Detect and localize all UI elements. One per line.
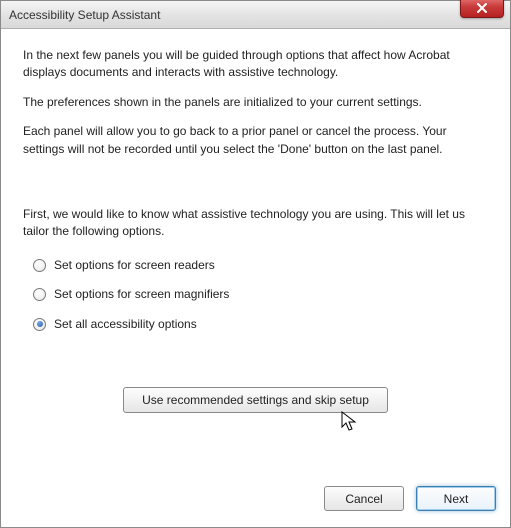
recommend-row: Use recommended settings and skip setup [23, 387, 488, 413]
window-title: Accessibility Setup Assistant [9, 8, 504, 22]
titlebar: Accessibility Setup Assistant [1, 1, 510, 29]
prompt-text: First, we would like to know what assist… [23, 206, 488, 241]
dialog-content: In the next few panels you will be guide… [1, 29, 510, 476]
intro-paragraph-1: In the next few panels you will be guide… [23, 47, 488, 82]
radio-label: Set options for screen readers [54, 257, 215, 274]
close-button[interactable] [460, 0, 504, 18]
radio-label: Set all accessibility options [54, 316, 197, 333]
radio-icon [33, 318, 46, 331]
cancel-button[interactable]: Cancel [324, 486, 404, 511]
intro-text: In the next few panels you will be guide… [23, 47, 488, 170]
radio-icon [33, 288, 46, 301]
radio-group: Set options for screen readers Set optio… [33, 257, 488, 333]
radio-icon [33, 259, 46, 272]
close-icon [476, 3, 488, 13]
intro-paragraph-3: Each panel will allow you to go back to … [23, 123, 488, 158]
prompt-block: First, we would like to know what assist… [23, 206, 488, 345]
intro-paragraph-2: The preferences shown in the panels are … [23, 94, 488, 111]
radio-option-set-all[interactable]: Set all accessibility options [33, 316, 488, 333]
radio-option-screen-magnifiers[interactable]: Set options for screen magnifiers [33, 286, 488, 303]
dialog-footer: Cancel Next [1, 476, 510, 527]
use-recommended-button[interactable]: Use recommended settings and skip setup [123, 387, 388, 413]
dialog-window: Accessibility Setup Assistant In the nex… [0, 0, 511, 528]
radio-option-screen-readers[interactable]: Set options for screen readers [33, 257, 488, 274]
radio-label: Set options for screen magnifiers [54, 286, 229, 303]
next-button[interactable]: Next [416, 486, 496, 511]
